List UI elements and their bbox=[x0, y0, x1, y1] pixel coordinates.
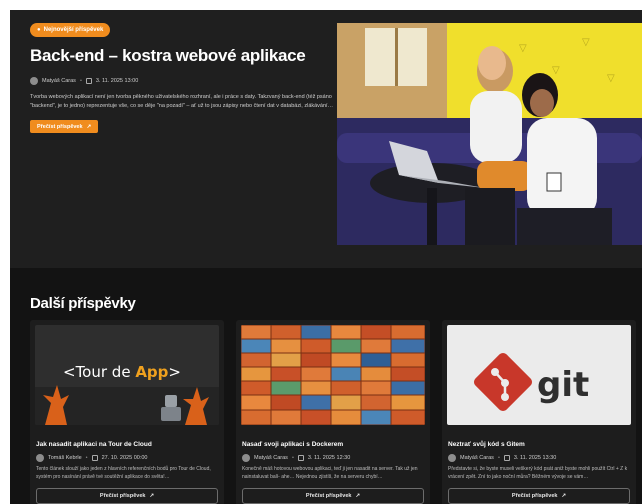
post-card-meta: Tomáš Kebrle • 27. 10. 2025 00:00 bbox=[36, 454, 147, 462]
read-post-button[interactable]: Přečíst příspěvek ↗ bbox=[36, 488, 218, 504]
external-link-icon: ↗ bbox=[86, 123, 92, 130]
featured-post: ● Nejnovější příspěvek Back-end – kostra… bbox=[10, 10, 642, 268]
read-post-button[interactable]: Přečíst příspěvek ↗ bbox=[448, 488, 630, 504]
calendar-icon bbox=[503, 455, 510, 461]
external-link-icon: ↗ bbox=[149, 493, 155, 499]
meta-separator: • bbox=[291, 455, 294, 461]
latest-post-badge: ● Nejnovější příspěvek bbox=[30, 23, 111, 37]
blog-page: ● Nejnovější příspěvek Back-end – kostra… bbox=[10, 10, 642, 504]
post-card-image: <Tour de App> bbox=[35, 325, 219, 425]
calendar-icon bbox=[85, 78, 92, 84]
author-avatar bbox=[242, 454, 250, 462]
post-date: 3. 11. 2025 12:30 bbox=[307, 455, 351, 461]
read-post-button[interactable]: Přečíst příspěvek ↗ bbox=[242, 488, 424, 504]
meta-separator: • bbox=[85, 455, 88, 461]
post-card-title[interactable]: Jak nasadit aplikaci na Tour de Cloud bbox=[36, 441, 152, 448]
author-avatar bbox=[36, 454, 44, 462]
post-card-excerpt: Tento článek slouží jako jeden z hlavníc… bbox=[36, 466, 211, 480]
post-card-excerpt: Konečně máš hotovou webovou aplikaci, te… bbox=[242, 466, 418, 480]
external-link-icon: ↗ bbox=[561, 493, 567, 499]
post-card[interactable]: <Tour de App> Jak nasadit aplikaci na To… bbox=[30, 320, 224, 504]
author-avatar bbox=[448, 454, 456, 462]
featured-post-image: ▽ ▽ ▽ ▽ bbox=[337, 23, 642, 245]
external-link-icon: ↗ bbox=[355, 493, 361, 499]
author-name: Matyáš Caras bbox=[254, 455, 288, 461]
post-card-meta: Matyáš Caras • 3. 11. 2025 13:30 bbox=[448, 454, 556, 462]
calendar-icon bbox=[91, 455, 98, 461]
tour-de-app-logo-image: <Tour de App> bbox=[35, 325, 219, 425]
svg-text:<Tour de App>: <Tour de App> bbox=[63, 363, 181, 381]
git-logo-image: git bbox=[447, 325, 631, 425]
author-name: Matyáš Caras bbox=[460, 455, 494, 461]
svg-text:▽: ▽ bbox=[519, 43, 527, 54]
featured-post-title[interactable]: Back-end – kostra webové aplikace bbox=[30, 46, 330, 66]
svg-text:▽: ▽ bbox=[582, 37, 590, 48]
svg-text:▽: ▽ bbox=[607, 73, 615, 84]
author-name: Tomáš Kebrle bbox=[48, 455, 82, 461]
post-date: 27. 10. 2025 00:00 bbox=[101, 455, 148, 461]
meta-separator: • bbox=[497, 455, 500, 461]
calendar-icon bbox=[297, 455, 304, 461]
flame-icon: ● bbox=[37, 27, 41, 33]
post-card-title[interactable]: Neztrať svůj kód s Gitem bbox=[448, 441, 525, 448]
featured-post-meta: Matyáš Caras • 3. 11. 2025 13:00 bbox=[30, 77, 138, 85]
read-featured-post-button[interactable]: Přečíst příspěvek ↗ bbox=[30, 120, 99, 133]
author-name: Matyáš Caras bbox=[42, 78, 76, 84]
post-card[interactable]: Nasaď svoji aplikaci s Dockerem Matyáš C… bbox=[236, 320, 430, 504]
author-avatar bbox=[30, 77, 38, 85]
more-posts-heading: Další příspěvky bbox=[30, 295, 136, 312]
post-card-excerpt: Představte si, že byste museli veškerý k… bbox=[448, 466, 628, 480]
svg-text:▽: ▽ bbox=[552, 65, 560, 76]
post-card-meta: Matyáš Caras • 3. 11. 2025 12:30 bbox=[242, 454, 350, 462]
post-card[interactable]: git Neztrať svůj kód s Gitem Matyáš Cara… bbox=[442, 320, 636, 504]
svg-text:git: git bbox=[537, 365, 589, 405]
people-working-illustration: ▽ ▽ ▽ ▽ bbox=[337, 23, 642, 245]
post-card-title[interactable]: Nasaď svoji aplikaci s Dockerem bbox=[242, 441, 343, 448]
post-date: 3. 11. 2025 13:00 bbox=[95, 78, 139, 84]
meta-separator: • bbox=[79, 78, 82, 84]
post-card-image bbox=[241, 325, 425, 425]
post-date: 3. 11. 2025 13:30 bbox=[513, 455, 557, 461]
post-card-image: git bbox=[447, 325, 631, 425]
featured-post-excerpt: Tvorba webových aplikací není jen tvorba… bbox=[30, 94, 334, 109]
shipping-containers-image bbox=[241, 325, 425, 425]
